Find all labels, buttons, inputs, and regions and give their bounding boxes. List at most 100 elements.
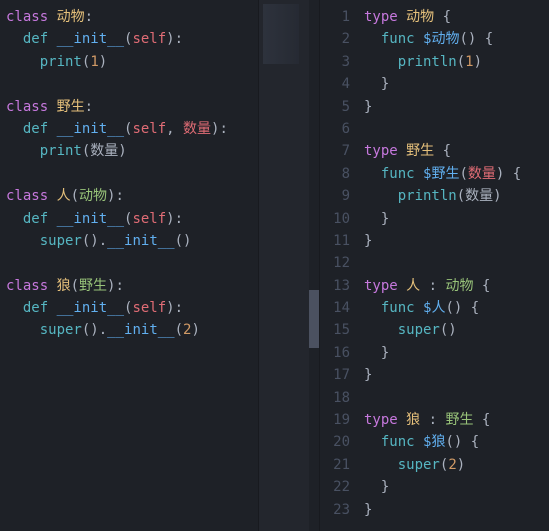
token-punc: } — [364, 211, 389, 227]
line-number: 19 — [320, 409, 350, 431]
token-base: 动物 — [445, 278, 473, 294]
left-line[interactable]: class 狼(野生): — [6, 275, 258, 297]
token-punc: (数量) — [82, 143, 127, 159]
token-punc: ): — [211, 121, 228, 137]
left-line[interactable]: print(数量) — [6, 140, 258, 162]
right-line[interactable]: func $野生(数量) { — [364, 163, 549, 185]
token-punc: } — [364, 479, 389, 495]
right-line[interactable]: } — [364, 208, 549, 230]
token-punc — [364, 457, 398, 473]
token-num: 2 — [448, 457, 456, 473]
token-base: 野生 — [445, 412, 473, 428]
left-line[interactable] — [6, 252, 258, 274]
token-punc: , — [166, 121, 183, 137]
token-punc: } — [364, 502, 372, 518]
left-line[interactable]: class 野生: — [6, 96, 258, 118]
token-punc: ) — [99, 54, 107, 70]
token-self: self — [132, 31, 166, 47]
token-kw: type — [364, 412, 406, 428]
left-line[interactable]: def __init__(self): — [6, 208, 258, 230]
line-number: 5 — [320, 96, 350, 118]
token-punc: ( — [71, 278, 79, 294]
left-line[interactable]: super().__init__(2) — [6, 319, 258, 341]
line-number: 6 — [320, 118, 350, 140]
minimap[interactable] — [258, 0, 320, 531]
left-line[interactable]: super().__init__() — [6, 230, 258, 252]
right-line[interactable]: } — [364, 73, 549, 95]
token-punc — [6, 211, 23, 227]
right-line[interactable]: type 狼 : 野生 { — [364, 409, 549, 431]
right-line[interactable]: } — [364, 342, 549, 364]
left-line[interactable]: print(1) — [6, 51, 258, 73]
right-line[interactable]: func $狼() { — [364, 431, 549, 453]
right-line[interactable]: } — [364, 499, 549, 521]
token-kw: type — [364, 9, 406, 25]
token-punc: : — [85, 99, 93, 115]
line-number: 13 — [320, 275, 350, 297]
token-punc — [364, 166, 381, 182]
token-self: self — [132, 300, 166, 316]
scrollbar-thumb[interactable] — [309, 290, 319, 348]
token-punc: ): — [107, 278, 124, 294]
right-line[interactable]: super(2) — [364, 454, 549, 476]
line-number: 22 — [320, 476, 350, 498]
right-line[interactable] — [364, 252, 549, 274]
token-punc: { — [434, 9, 451, 25]
token-punc: ) { — [496, 166, 521, 182]
left-line[interactable] — [6, 163, 258, 185]
token-punc: ): — [107, 188, 124, 204]
right-line[interactable]: } — [364, 476, 549, 498]
token-punc: (数量) — [457, 188, 502, 204]
line-number: 3 — [320, 51, 350, 73]
token-punc: } — [364, 345, 389, 361]
token-punc: ) — [457, 457, 465, 473]
token-punc — [364, 54, 398, 70]
token-kw: type — [364, 278, 406, 294]
token-cls: 人 — [57, 188, 71, 204]
left-line[interactable]: def __init__(self): — [6, 297, 258, 319]
token-punc: ( — [459, 166, 467, 182]
right-line[interactable]: type 人 : 动物 { — [364, 275, 549, 297]
line-number: 21 — [320, 454, 350, 476]
left-line[interactable]: class 动物: — [6, 6, 258, 28]
right-line[interactable]: type 野生 { — [364, 140, 549, 162]
token-punc: } — [364, 99, 372, 115]
right-line[interactable] — [364, 387, 549, 409]
line-number: 9 — [320, 185, 350, 207]
right-line[interactable]: println(数量) — [364, 185, 549, 207]
token-num: 1 — [465, 54, 473, 70]
left-line[interactable] — [6, 73, 258, 95]
right-line[interactable]: super() — [364, 319, 549, 341]
token-punc: : — [85, 9, 93, 25]
line-number: 12 — [320, 252, 350, 274]
right-line[interactable]: } — [364, 364, 549, 386]
token-name: __init__ — [57, 300, 124, 316]
right-line[interactable]: func $动物() { — [364, 28, 549, 50]
right-line[interactable]: println(1) — [364, 51, 549, 73]
left-line[interactable]: def __init__(self, 数量): — [6, 118, 258, 140]
right-line[interactable] — [364, 118, 549, 140]
token-call: println — [398, 188, 457, 204]
token-self: self — [132, 121, 166, 137]
token-name: __init__ — [107, 233, 174, 249]
right-code-area[interactable]: type 动物 { func $动物() { println(1) }} typ… — [364, 6, 549, 531]
left-line[interactable]: def __init__(self): — [6, 28, 258, 50]
scrollbar-track[interactable] — [309, 0, 319, 531]
token-punc — [6, 31, 23, 47]
token-punc: ( — [71, 188, 79, 204]
token-num: 1 — [90, 54, 98, 70]
right-line[interactable]: func $人() { — [364, 297, 549, 319]
line-number: 11 — [320, 230, 350, 252]
right-editor-pane[interactable]: 1234567891011121314151617181920212223 ty… — [320, 0, 549, 531]
token-punc: } — [364, 76, 389, 92]
right-line[interactable]: } — [364, 230, 549, 252]
token-punc: ( — [457, 54, 465, 70]
left-editor-pane[interactable]: class 动物: def __init__(self): print(1) c… — [0, 0, 258, 531]
left-line[interactable]: class 人(动物): — [6, 185, 258, 207]
line-number: 4 — [320, 73, 350, 95]
token-punc: () { — [459, 31, 493, 47]
right-line[interactable]: } — [364, 96, 549, 118]
line-number: 18 — [320, 387, 350, 409]
right-line[interactable]: type 动物 { — [364, 6, 549, 28]
line-number: 17 — [320, 364, 350, 386]
